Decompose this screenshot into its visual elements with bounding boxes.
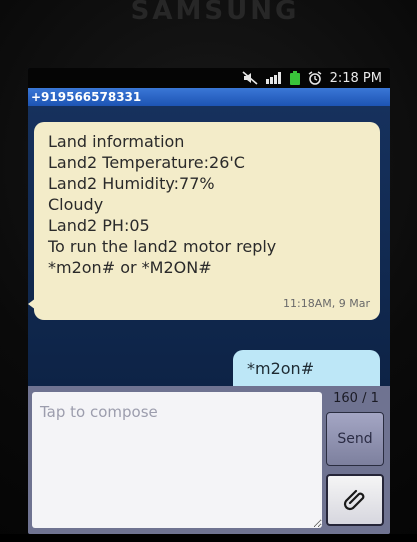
- message-line: To run the land2 motor reply: [48, 237, 277, 256]
- phone-screen: 2:18 PM +919566578331 Land information L…: [28, 68, 390, 534]
- device-brand: SAMSUNG: [130, 0, 300, 26]
- message-line: Land2 Humidity:77%: [48, 174, 215, 193]
- character-counter: 160 / 1: [333, 391, 379, 406]
- message-list[interactable]: Land information Land2 Temperature:26'C …: [28, 106, 390, 390]
- outgoing-message[interactable]: *m2on#: [233, 350, 380, 390]
- message-line: Cloudy: [48, 195, 104, 214]
- phone-bezel-bottom: [0, 534, 417, 542]
- message-line: Land2 PH:05: [48, 216, 150, 235]
- outgoing-message-text: *m2on#: [247, 359, 315, 378]
- compose-bar: 160 / 1 Send: [28, 386, 390, 534]
- bubble-tail: [28, 298, 36, 310]
- mute-icon: [242, 71, 258, 85]
- status-bar: 2:18 PM: [28, 68, 390, 88]
- message-line: *m2on# or *M2ON#: [48, 258, 212, 277]
- send-button[interactable]: Send: [326, 412, 384, 466]
- alarm-icon: [308, 71, 322, 85]
- contact-number: +919566578331: [31, 90, 142, 104]
- battery-icon: [289, 71, 300, 85]
- conversation-header: +919566578331: [28, 88, 390, 106]
- photo-frame: SAMSUNG 2:18 PM +919566578331 Land infor…: [0, 0, 417, 542]
- signal-icon: [265, 72, 282, 84]
- attach-button[interactable]: [326, 474, 384, 526]
- status-time: 2:18 PM: [329, 70, 382, 86]
- compose-input[interactable]: [32, 392, 322, 528]
- paperclip-icon: [342, 485, 368, 515]
- incoming-message[interactable]: Land information Land2 Temperature:26'C …: [28, 122, 380, 320]
- message-line: Land2 Temperature:26'C: [48, 153, 245, 172]
- message-timestamp: 11:18AM, 9 Mar: [283, 297, 370, 310]
- message-line: Land information: [48, 132, 185, 151]
